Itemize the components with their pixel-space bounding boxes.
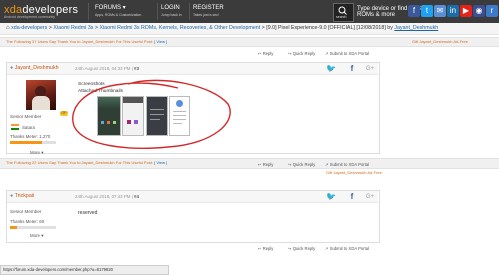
quick-reply-button[interactable]: ↪ Quick Reply <box>288 162 315 167</box>
twitter-icon[interactable]: t <box>421 5 433 17</box>
facebook-share-icon[interactable]: f <box>345 62 359 76</box>
facebook-share-icon[interactable]: f <box>345 190 359 204</box>
linkedin-icon[interactable]: in <box>447 5 459 17</box>
user-role: Senior Member <box>10 114 42 119</box>
reply-icon: ↩ <box>258 246 262 251</box>
divider <box>189 3 190 20</box>
post-date: 24th August 2018, 07:43 PM | #4 <box>75 194 139 199</box>
twitter-share-icon[interactable]: 🐦 <box>324 62 338 76</box>
logo-tagline: Android development community <box>4 15 55 19</box>
register-button[interactable]: REGISTER Takes just a sec! <box>193 5 224 19</box>
twitter-share-icon[interactable]: 🐦 <box>324 190 338 204</box>
portal-icon: ↗ <box>325 51 329 56</box>
portal-icon: ↗ <box>325 162 329 167</box>
thanks-meter: Thanks Meter: 1,270 <box>10 134 51 139</box>
gift-adfree-link[interactable]: Gift Jayant_Deshmukh Ad-Free <box>412 39 468 44</box>
reddit-icon[interactable]: r <box>486 5 498 17</box>
home-icon[interactable]: ⌂ <box>6 25 10 31</box>
breadcrumb-item-xda[interactable]: xda-developers <box>11 25 47 31</box>
more-button[interactable]: More ▾ <box>30 233 43 239</box>
email-icon[interactable]: ✉ <box>434 5 446 17</box>
reply-button[interactable]: ↩ Reply <box>258 162 273 167</box>
post-date: 24th August 2018, 04:33 PM | #3 <box>75 66 139 71</box>
reputation-fill <box>10 226 17 229</box>
avatar[interactable] <box>26 80 56 110</box>
post-body-text: reserved <box>78 210 98 216</box>
quick-reply-button[interactable]: ↪ Quick Reply <box>288 246 315 251</box>
post-number[interactable]: #3 <box>134 66 139 71</box>
divider <box>157 3 158 20</box>
quick-reply-icon: ↪ <box>288 51 292 56</box>
user-location: Satara <box>22 125 35 130</box>
youtube-icon[interactable]: ▶ <box>460 5 472 17</box>
reply-button[interactable]: ↩ Reply <box>258 51 273 56</box>
reputation-bar <box>10 141 56 144</box>
op-badge: OP <box>60 111 68 116</box>
breadcrumb-trail: ⌂ xda-developers > Xiaomi Redmi 3s > Xia… <box>6 25 439 31</box>
submit-portal-button[interactable]: ↗ Submit to XDA Portal <box>325 162 369 167</box>
portal-icon: ↗ <box>325 246 329 251</box>
breadcrumb-thread-author[interactable]: Jayant_Deshmukh <box>394 25 438 31</box>
breadcrumb-item-device[interactable]: Xiaomi Redmi 3s <box>53 25 93 31</box>
quick-reply-icon: ↪ <box>288 246 292 251</box>
chevron-down-icon: ▾ <box>122 5 126 11</box>
reply-icon: ↩ <box>258 51 262 56</box>
thanks-view-link[interactable]: [ View ] <box>154 160 167 165</box>
rss-icon[interactable]: ◉ <box>473 5 485 17</box>
breadcrumb-thread-title: [9.0] Pixel Experience-9.0 [OFFICIAL] [1… <box>266 25 395 31</box>
reputation-fill <box>10 141 43 144</box>
thanks-summary: The Following 37 Users Say Thank You to … <box>6 39 168 44</box>
google-plus-share-icon[interactable]: G+ <box>363 62 377 76</box>
reply-button[interactable]: ↩ Reply <box>258 246 273 251</box>
submit-portal-button[interactable]: ↗ Submit to XDA Portal <box>325 246 369 251</box>
reputation-bar <box>10 226 56 229</box>
submit-portal-button[interactable]: ↗ Submit to XDA Portal <box>325 51 369 56</box>
search-button[interactable]: search <box>333 3 354 22</box>
forums-menu-button[interactable]: FORUMS ▾ Apps, ROMs & Customization <box>95 5 141 19</box>
post-header <box>7 191 378 203</box>
online-dot-icon: ● <box>10 193 14 199</box>
post-number[interactable]: #4 <box>134 194 139 199</box>
facebook-icon[interactable]: f <box>408 5 420 17</box>
quick-reply-icon: ↪ <box>288 162 292 167</box>
annotation-circle <box>72 79 231 149</box>
online-dot-icon: ● <box>10 65 14 71</box>
thanks-meter: Thanks Meter: 60 <box>10 219 45 224</box>
divider <box>88 3 89 20</box>
post-username[interactable]: ● Jayant_Deshmukh <box>10 65 59 71</box>
login-button[interactable]: LOGIN Jump back in <box>161 5 182 19</box>
chevron-down-icon: ▾ <box>41 233 44 238</box>
post-username[interactable]: ● Trickpaii <box>10 193 34 199</box>
breadcrumb-item-forum[interactable]: Xiaomi Redmi 3s ROMs, Kernels, Recoverie… <box>99 25 260 31</box>
quick-reply-button[interactable]: ↪ Quick Reply <box>288 51 315 56</box>
user-role: Senior Member <box>10 209 42 214</box>
india-flag-icon <box>11 124 19 130</box>
thanks-summary: The Following 22 Users Say Thank You to … <box>6 160 168 165</box>
google-plus-share-icon[interactable]: G+ <box>363 190 377 204</box>
thanks-view-link[interactable]: [ View ] <box>154 39 167 44</box>
browser-status-url: https://forum.xda-developers.com/member.… <box>0 265 169 275</box>
more-button[interactable]: More ▾ <box>30 150 43 156</box>
reply-icon: ↩ <box>258 162 262 167</box>
gift-adfree-link[interactable]: Gift Jayant_Deshmukh Ad-Free <box>326 170 382 175</box>
chevron-down-icon: ▾ <box>41 150 44 155</box>
